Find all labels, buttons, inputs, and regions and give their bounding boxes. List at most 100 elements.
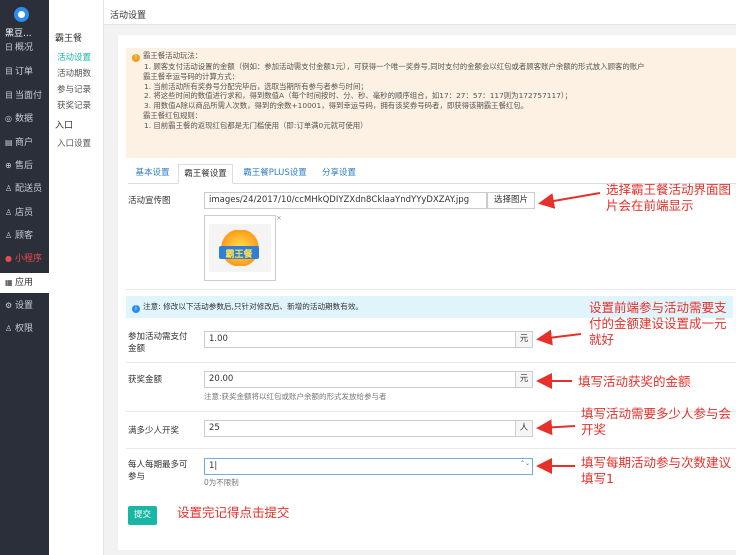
main-sidebar: 黑豆... 日概况 目订单 目当面付 ◎ 数据 ▤ 商户 ⊕ 售后 ♙ 配送员 ♙ 店员 … (0, 0, 49, 555)
divider (126, 289, 736, 290)
sidebar-item-data[interactable]: ◎ 数据 (0, 109, 49, 129)
pay-amount-label: 参加活动需支付金额 (128, 332, 188, 354)
subnav-item-participation-records[interactable]: 参与记录 (57, 83, 91, 95)
tab-plus-settings[interactable]: 霸王餐PLUS设置 (235, 164, 315, 184)
sidebar-item-clerks[interactable]: ♙ 店员 (0, 203, 49, 223)
gear-icon: ⚙ (5, 301, 13, 310)
sidebar-item-label: 商户 (15, 138, 34, 148)
annotation-times: 填写每期活动参与次数建议填写1 (581, 455, 732, 486)
sidebar-item-label: 小程序 (15, 254, 43, 264)
sidebar-item-overview[interactable]: 日概况 (0, 38, 49, 58)
notice-line: 霸王餐红包规则： (143, 110, 203, 120)
sidebar-item-label: 概况 (15, 43, 34, 53)
annotation-prize: 填写活动获奖的金额 (578, 374, 691, 389)
banner-thumbnail: 霸王餐 (204, 215, 276, 281)
face-pay-icon: 目 (5, 91, 13, 100)
notice-line: 3. 用数值A除以商品所需人次数，得到的余数+10001，得到幸运号码，拥有该奖… (144, 101, 529, 111)
after-sales-icon: ⊕ (5, 161, 12, 170)
notice-line: 2. 将这些时间的数值进行求和，得到数值A（每个时间按时、分、秒、毫秒的顺序组合… (144, 91, 572, 101)
sidebar-item-label: 订单 (15, 67, 34, 77)
subnav-title: 霸王餐 (55, 34, 83, 44)
notice-heading: ! 霸王餐活动玩法： (132, 51, 736, 62)
sidebar-item-customers[interactable]: ♙ 顾客 (0, 226, 49, 246)
banner-label: 活动宣传图 (128, 196, 171, 206)
annotation-banner: 选择霸王餐活动界面图片会在前端显示 (606, 182, 732, 213)
people-count-label: 满多少人开奖 (128, 426, 180, 436)
sidebar-item-orders[interactable]: 目订单 (0, 62, 49, 82)
permission-icon: ♙ (5, 324, 13, 333)
tab-share-settings[interactable]: 分享设置 (317, 164, 361, 184)
warning-icon: ! (132, 54, 140, 62)
page-title: 活动设置 (110, 11, 147, 21)
subnav-title-entry: 入口 (55, 121, 74, 131)
banner-path-input[interactable]: images/24/2017/10/ccMHkQDIYZXdn8CklaaYnd… (204, 192, 487, 209)
rules-notice: ! 霸王餐活动玩法： 1. 顾客支付活动设置的金额（例如：参加活动需支付金额1元）… (126, 48, 736, 158)
top-bar: 活动设置 (104, 0, 736, 25)
sidebar-item-label: 数据 (15, 114, 34, 124)
sidebar-item-label: 权限 (15, 324, 34, 334)
prize-amount-help: 注意:获奖金额将以红包或账户余额的形式发放给参与者 (204, 392, 387, 401)
data-icon: ◎ (5, 114, 12, 123)
times-per-period-label: 每人每期最多可参与 (128, 460, 188, 482)
app-logo-inner (18, 11, 25, 18)
mini-program-icon: ● (5, 254, 12, 263)
people-count-unit: 人 (515, 420, 533, 437)
orders-icon: 目 (5, 67, 13, 76)
sidebar-item-label: 当面付 (15, 91, 43, 101)
annotation-pay: 设置前端参与活动需要支付的金额建设设置成一元就好 (589, 300, 727, 347)
sidebar-item-merchants[interactable]: ▤ 商户 (0, 133, 49, 153)
info-icon: i (132, 305, 140, 313)
subnav-item-activity-periods[interactable]: 活动期数 (57, 67, 91, 79)
notice-line: 霸王餐幸运号码的计算方式： (143, 71, 240, 81)
sidebar-item-label: 售后 (15, 161, 34, 171)
user-icon: ♙ (5, 184, 13, 193)
thumbnail-image: 霸王餐 (209, 224, 271, 272)
subnav-item-activity-settings[interactable]: 活动设置 (57, 51, 91, 63)
sidebar-item-label: 应用 (15, 278, 34, 288)
thumbnail-logo-text: 霸王餐 (225, 250, 253, 260)
notice-line: 1. 目前霸王餐的返现红包都是无门槛使用（即:订单满0元就可使用） (144, 120, 368, 130)
select-image-button[interactable]: 选择图片 (487, 192, 535, 209)
pay-amount-unit: 元 (515, 331, 533, 348)
sidebar-item-label: 店员 (15, 208, 34, 218)
merchant-icon: ▤ (5, 138, 13, 147)
notice-line: 1. 当前活动所有奖券号分配完毕后，选取当期所有参与者参与时间； (144, 81, 368, 91)
stepper-arrows-icon[interactable]: ⌃⌄ (518, 458, 532, 475)
overview-icon: 日 (5, 43, 13, 52)
sidebar-item-label: 设置 (15, 301, 34, 311)
annotation-submit: 设置完记得点击提交 (177, 505, 290, 520)
tab-bawangcan-settings[interactable]: 霸王餐设置 (178, 164, 233, 184)
prize-amount-label: 获奖金额 (128, 375, 163, 385)
tab-basic-settings[interactable]: 基本设置 (128, 164, 177, 184)
sidebar-item-permissions[interactable]: ♙ 权限 (0, 319, 49, 339)
prize-amount-input[interactable]: 20.00 (204, 371, 516, 388)
info-alert-text: 注意: 修改以下活动参数后,只针对修改后、新增的活动期数有效。 (143, 302, 364, 311)
times-per-period-help: 0为不限制 (204, 478, 239, 487)
subnav-item-prize-records[interactable]: 获奖记录 (57, 99, 91, 111)
app-logo-icon[interactable] (14, 7, 29, 22)
sidebar-item-label: 配送员 (15, 184, 43, 194)
close-icon[interactable]: × (276, 214, 282, 222)
subnav-item-entry-settings[interactable]: 入口设置 (57, 137, 91, 149)
prize-amount-unit: 元 (515, 371, 533, 388)
sidebar-item-label: 顾客 (15, 231, 34, 241)
pay-amount-input[interactable]: 1.00 (204, 331, 516, 348)
user-icon: ♙ (5, 231, 13, 240)
times-per-period-stepper[interactable]: 1| (204, 458, 533, 475)
sidebar-item-apps[interactable]: ▦ 应用 (0, 273, 49, 293)
user-icon: ♙ (5, 208, 13, 217)
sidebar-item-settings[interactable]: ⚙ 设置 (0, 296, 49, 316)
apps-icon: ▦ (5, 278, 13, 287)
sidebar-item-after-sales[interactable]: ⊕ 售后 (0, 156, 49, 176)
sidebar-item-couriers[interactable]: ♙ 配送员 (0, 179, 49, 199)
people-count-input[interactable]: 25 (204, 420, 516, 437)
annotation-people: 填写活动需要多少人参与会开奖 (581, 406, 732, 437)
notice-line: 1. 顾客支付活动设置的金额（例如：参加活动需支付金额1元），可获得一个唯一奖券… (144, 62, 645, 71)
settings-tabs: 基本设置 霸王餐设置 霸王餐PLUS设置 分享设置 (128, 164, 736, 184)
divider (126, 362, 736, 363)
submit-button[interactable]: 提交 (128, 506, 157, 525)
notice-line: 霸王餐活动玩法： (143, 51, 203, 60)
sidebar-item-mini-program[interactable]: ● 小程序 (0, 249, 49, 269)
thumbnail-sign: 霸王餐 (219, 246, 259, 260)
sidebar-item-face-pay[interactable]: 目当面付 (0, 86, 49, 106)
